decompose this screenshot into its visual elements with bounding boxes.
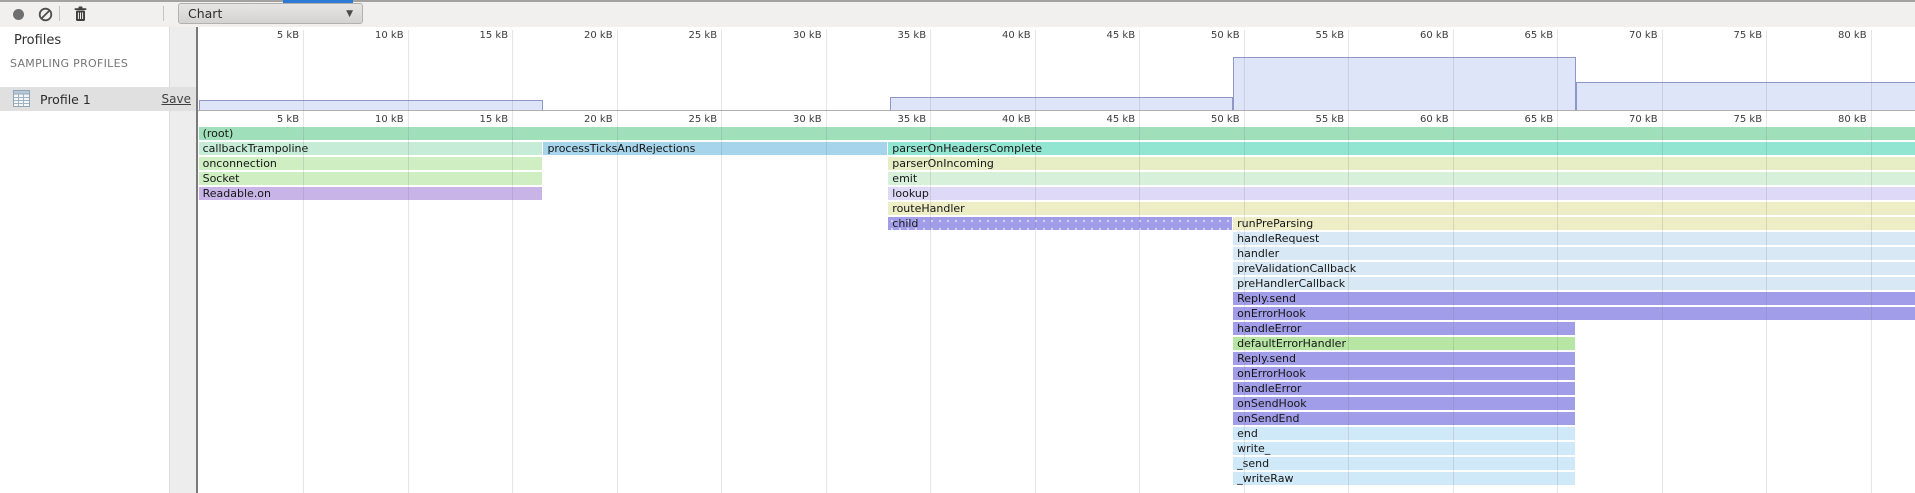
flame-frame[interactable]: onSendHook [1233, 397, 1576, 410]
overview-tick: 80 kB [1811, 30, 1867, 41]
flame-frame[interactable]: Readable.on [199, 187, 544, 200]
profiles-sidebar: Profiles SAMPLING PROFILES Profile 1 Sav… [0, 27, 196, 493]
flame-chart-pane: 5 kB 10 kB 15 kB 20 kB 25 kB 30 kB 35 kB 40 kB 4… [198, 27, 1915, 493]
overview-tick: 10 kB [348, 30, 404, 41]
flame-tick: 35 kB [870, 114, 926, 125]
flame-tick: 15 kB [452, 114, 508, 125]
flame-tick: 50 kB [1184, 114, 1240, 125]
flame-chart-ruler: 5 kB 10 kB 15 kB 20 kB 25 kB 30 kB 35 kB 40 kB 4… [198, 111, 1915, 126]
overview-tick: 15 kB [452, 30, 508, 41]
flame-frame[interactable]: callbackTrampoline [199, 142, 544, 155]
overview-tick: 25 kB [661, 30, 717, 41]
memory-overview[interactable]: 5 kB 10 kB 15 kB 20 kB 25 kB 30 kB 35 kB 40 kB 4… [198, 27, 1915, 110]
flame-frame[interactable]: parserOnIncoming [888, 157, 1915, 170]
flame-tick: 20 kB [557, 114, 613, 125]
flame-tick: 75 kB [1706, 114, 1762, 125]
overview-step[interactable] [1576, 82, 1915, 110]
flame-frame[interactable]: Reply.send [1233, 352, 1576, 365]
active-tab-underline [283, 0, 353, 3]
flame-frame[interactable]: _writeRaw [1233, 472, 1576, 485]
save-profile-link[interactable]: Save [162, 92, 191, 106]
record-circle-icon[interactable] [8, 4, 28, 24]
overview-tick: 70 kB [1602, 30, 1658, 41]
overview-tick: 35 kB [870, 30, 926, 41]
flame-frame[interactable]: preValidationCallback [1233, 262, 1915, 275]
overview-tick: 55 kB [1288, 30, 1344, 41]
toolbar: Chart ▼ [0, 0, 1915, 28]
flame-tick: 80 kB [1811, 114, 1867, 125]
flame-frame[interactable]: handleError [1233, 382, 1576, 395]
trash-icon[interactable] [70, 4, 90, 24]
flame-frame[interactable]: onconnection [199, 157, 544, 170]
chevron-down-icon: ▼ [346, 9, 362, 19]
flame-frame[interactable]: Reply.send [1233, 292, 1915, 305]
flame-frame[interactable]: runPreParsing [1233, 217, 1915, 230]
flame-frame[interactable]: processTicksAndRejections [543, 142, 888, 155]
flame-frame[interactable]: onSendEnd [1233, 412, 1576, 425]
overview-tick: 65 kB [1497, 30, 1553, 41]
flame-tick: 25 kB [661, 114, 717, 125]
overview-tick: 40 kB [975, 30, 1031, 41]
flame-frame[interactable]: child [888, 217, 1233, 230]
overview-tick: 50 kB [1184, 30, 1240, 41]
flame-tick: 5 kB [243, 114, 299, 125]
flame-frame[interactable]: defaultErrorHandler [1233, 337, 1576, 350]
clear-ban-icon[interactable] [35, 4, 55, 24]
overview-step[interactable] [199, 100, 544, 111]
overview-tick: 5 kB [243, 30, 299, 41]
flame-frame[interactable]: routeHandler [888, 202, 1915, 215]
flame-frame[interactable]: (root) [199, 127, 1915, 140]
view-mode-select[interactable]: Chart ▼ [178, 3, 363, 24]
flame-tick: 10 kB [348, 114, 404, 125]
flame-tick: 45 kB [1079, 114, 1135, 125]
overview-tick: 30 kB [766, 30, 822, 41]
profile-name: Profile 1 [40, 92, 91, 107]
overview-tick: 60 kB [1393, 30, 1449, 41]
view-mode-value: Chart [179, 6, 346, 21]
flame-tick: 60 kB [1393, 114, 1449, 125]
toolbar-separator [163, 6, 164, 21]
flame-frame[interactable]: preHandlerCallback [1233, 277, 1915, 290]
flame-frame[interactable]: write_ [1233, 442, 1576, 455]
flame-tick: 55 kB [1288, 114, 1344, 125]
flame-frame[interactable]: _send [1233, 457, 1576, 470]
flame-tick: 30 kB [766, 114, 822, 125]
flame-frame[interactable]: lookup [888, 187, 1915, 200]
sampling-profiles-header: SAMPLING PROFILES [10, 57, 128, 70]
flame-chart-area: (root) callbackTrampolineprocessTicksAndR… [198, 126, 1915, 493]
flame-frame[interactable]: Socket [199, 172, 544, 185]
flame-frame[interactable]: parserOnHeadersComplete [888, 142, 1915, 155]
flame-frame[interactable]: onErrorHook [1233, 307, 1915, 320]
overview-step[interactable] [890, 97, 1233, 111]
flame-frame[interactable]: handler [1233, 247, 1915, 260]
overview-tick: 45 kB [1079, 30, 1135, 41]
overview-tick: 75 kB [1706, 30, 1762, 41]
flame-frame[interactable]: emit [888, 172, 1915, 185]
overview-step[interactable] [1233, 57, 1576, 111]
profile-list-item[interactable]: Profile 1 Save [0, 87, 196, 111]
flame-frame[interactable]: onErrorHook [1233, 367, 1576, 380]
overview-tick: 20 kB [557, 30, 613, 41]
flame-frame[interactable]: end [1233, 427, 1576, 440]
sampling-profiler-panel: Chart ▼ Profiles SAMPLING PROFILES P [0, 0, 1915, 493]
flame-frame[interactable]: handleRequest [1233, 232, 1915, 245]
flame-frame[interactable]: handleError [1233, 322, 1576, 335]
sidebar-title: Profiles [14, 33, 61, 48]
profile-table-icon [13, 90, 30, 111]
toolbar-separator [59, 6, 60, 21]
flame-tick: 70 kB [1602, 114, 1658, 125]
flame-tick: 40 kB [975, 114, 1031, 125]
flame-tick: 65 kB [1497, 114, 1553, 125]
